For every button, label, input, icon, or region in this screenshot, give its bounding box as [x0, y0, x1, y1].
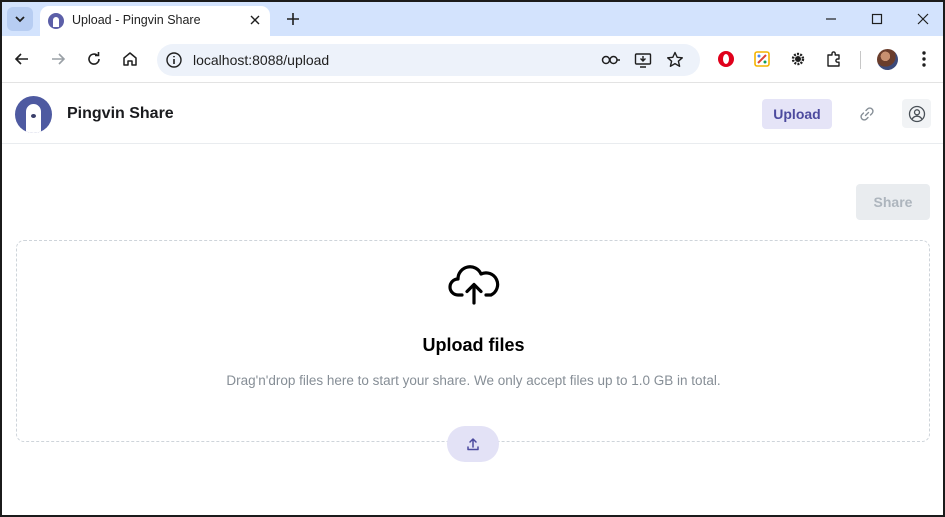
forward-button[interactable] [46, 47, 70, 71]
install-icon [634, 53, 652, 68]
browser-toolbar: localhost:8088/upload [2, 36, 943, 83]
arrow-left-icon [14, 53, 28, 65]
app-header: Pingvin Share Upload [2, 84, 943, 144]
back-button[interactable] [10, 47, 34, 71]
extensions-button[interactable] [824, 49, 844, 69]
color-picker-icon [754, 51, 770, 67]
color-picker-extension-button[interactable] [752, 49, 772, 69]
tab-strip: Upload - Pingvin Share [2, 0, 943, 38]
url-text[interactable]: localhost:8088/upload [193, 52, 329, 68]
dropzone-description: Drag'n'drop files here to start your sha… [226, 373, 721, 388]
kebab-menu-icon [922, 51, 926, 67]
password-key-button[interactable] [601, 50, 621, 70]
site-info-icon[interactable] [165, 51, 183, 69]
minimize-icon [826, 18, 836, 20]
reload-icon [88, 52, 100, 65]
opera-icon [718, 51, 734, 67]
profile-avatar[interactable] [877, 49, 898, 70]
share-button[interactable]: Share [856, 184, 930, 220]
cloud-upload-icon [448, 265, 500, 305]
tab-close-button[interactable] [246, 11, 264, 29]
new-tab-button[interactable] [282, 8, 304, 30]
tab-title: Upload - Pingvin Share [72, 13, 201, 27]
chevron-down-icon [15, 16, 25, 23]
address-bar[interactable]: localhost:8088/upload [157, 44, 700, 76]
chrome-menu-button[interactable] [914, 49, 934, 69]
window-close-button[interactable] [909, 6, 937, 32]
toolbar-separator [860, 51, 861, 69]
maximize-icon [871, 13, 883, 25]
browser-tab[interactable]: Upload - Pingvin Share [40, 6, 270, 38]
maximize-button[interactable] [863, 6, 891, 32]
reload-button[interactable] [82, 47, 106, 71]
puzzle-icon [827, 51, 840, 67]
home-icon [123, 52, 137, 66]
opera-extension-button[interactable] [716, 49, 736, 69]
pingvin-favicon-icon [48, 13, 64, 29]
home-button[interactable] [118, 47, 142, 71]
select-files-button[interactable] [447, 426, 499, 462]
tab-search-button[interactable] [7, 7, 33, 31]
arrow-right-icon [52, 53, 66, 65]
close-icon [250, 15, 260, 25]
upload-icon [467, 438, 479, 451]
sun-gear-icon [791, 52, 805, 66]
browser-window: Upload - Pingvin Share localhost:8088/up… [0, 0, 945, 517]
close-icon [917, 13, 929, 25]
pingvin-logo[interactable] [15, 96, 52, 133]
user-menu-button[interactable] [902, 99, 931, 128]
header-upload-button[interactable]: Upload [762, 99, 832, 129]
link-icon [860, 107, 874, 121]
plus-icon [287, 13, 299, 25]
gear-extension-button[interactable] [788, 49, 808, 69]
bookmark-button[interactable] [665, 50, 685, 70]
brand-name[interactable]: Pingvin Share [67, 105, 174, 123]
user-circle-icon [908, 105, 925, 122]
dropzone-title: Upload files [422, 335, 525, 355]
shares-link-button[interactable] [856, 103, 878, 125]
star-icon [667, 51, 683, 67]
minimize-button[interactable] [817, 6, 845, 32]
key-icon [601, 55, 620, 65]
install-app-button[interactable] [633, 50, 653, 70]
